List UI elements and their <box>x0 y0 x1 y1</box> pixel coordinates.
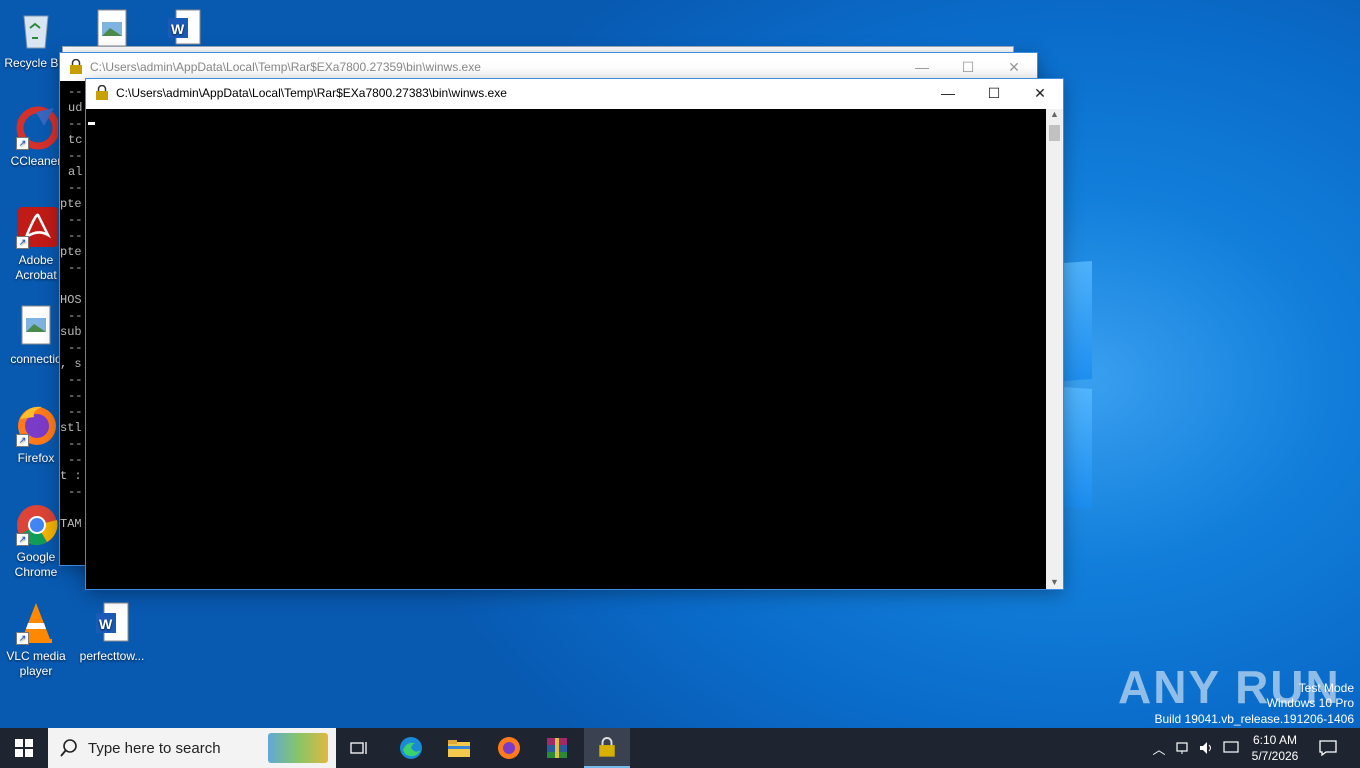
watermark-edition: Windows 10 Pro <box>1266 696 1354 710</box>
taskbar-firefox[interactable] <box>488 728 530 768</box>
chrome-icon: ↗ <box>14 502 58 546</box>
close-button[interactable]: ✕ <box>991 53 1037 81</box>
network-icon[interactable] <box>1172 728 1194 768</box>
edge-icon <box>400 737 422 759</box>
search-icon <box>60 739 77 757</box>
desktop-icon-label: Recycle Bin <box>4 56 68 70</box>
maximize-button[interactable]: ☐ <box>971 79 1017 107</box>
title-bar[interactable]: C:\Users\admin\AppData\Local\Temp\Rar$EX… <box>86 79 1063 107</box>
console-window-front[interactable]: C:\Users\admin\AppData\Local\Temp\Rar$EX… <box>86 79 1063 589</box>
puzzle-icon <box>268 733 328 763</box>
desktop-icon-label: Adobe Acrobat <box>15 253 57 282</box>
desktop-icon-label: Google Chrome <box>14 550 58 579</box>
desktop-icon-label: connectio <box>10 352 62 366</box>
desktop-icon-label: VLC media player <box>6 649 66 678</box>
desktop-icon-label: CCleaner <box>10 154 62 168</box>
clock-time: 6:10 AM <box>1252 733 1298 747</box>
close-button[interactable]: ✕ <box>1017 79 1063 107</box>
shortcut-arrow-icon: ↗ <box>16 434 29 447</box>
volume-icon[interactable] <box>1196 728 1218 768</box>
ccleaner-icon: ↗ <box>14 106 60 150</box>
taskbar-winrar[interactable] <box>536 728 578 768</box>
desktop-icon-perfecttow[interactable]: W perfecttow... <box>76 601 148 664</box>
vlc-icon: ↗ <box>14 601 58 645</box>
shortcut-arrow-icon: ↗ <box>16 533 29 546</box>
windows-logo-pane <box>1064 261 1092 381</box>
desktop-icon-label: Firefox <box>17 451 55 465</box>
firefox-icon <box>498 737 520 759</box>
svg-text:W: W <box>171 21 185 37</box>
vertical-scrollbar[interactable]: ▲ ▼ <box>1046 109 1063 589</box>
notification-center-icon[interactable] <box>1312 728 1344 768</box>
recycle-bin-icon <box>14 8 58 52</box>
scroll-down-arrow-icon[interactable]: ▼ <box>1046 577 1063 587</box>
shortcut-arrow-icon: ↗ <box>16 632 29 645</box>
windows-start-icon <box>15 739 33 757</box>
lock-icon <box>70 59 82 74</box>
window-title: C:\Users\admin\AppData\Local\Temp\Rar$EX… <box>116 86 507 100</box>
scrollbar-thumb[interactable] <box>1049 125 1060 141</box>
title-bar[interactable]: C:\Users\admin\AppData\Local\Temp\Rar$EX… <box>60 53 1037 81</box>
windows-logo-pane <box>1064 387 1092 509</box>
lock-icon <box>599 737 615 757</box>
lock-icon <box>96 85 108 100</box>
svg-text:W: W <box>99 616 113 632</box>
desktop: ANY RUN Recycle Bin W ↗ CCleaner ↗ Adobe… <box>0 0 1360 728</box>
shortcut-arrow-icon: ↗ <box>16 236 29 249</box>
clock[interactable]: 6:10 AM 5/7/2026 <box>1244 728 1306 768</box>
taskbar-winws-active[interactable] <box>584 728 630 768</box>
image-file-icon <box>14 304 58 348</box>
file-explorer-icon <box>448 740 470 757</box>
search-placeholder: Type here to search <box>88 740 221 757</box>
word-doc-icon: W <box>90 601 134 645</box>
minimize-button[interactable]: — <box>899 53 945 81</box>
adobe-acrobat-icon: ↗ <box>14 205 58 249</box>
search-box[interactable]: Type here to search <box>48 728 336 768</box>
console-output <box>86 109 1046 589</box>
task-view-button[interactable] <box>340 728 380 768</box>
winrar-icon <box>547 738 567 758</box>
start-button[interactable] <box>0 728 48 768</box>
clock-date: 5/7/2026 <box>1251 749 1299 763</box>
window-title: C:\Users\admin\AppData\Local\Temp\Rar$EX… <box>90 60 481 74</box>
desktop-icon-label: perfecttow... <box>79 649 145 663</box>
text-cursor <box>88 122 95 125</box>
watermark-mode: Test Mode <box>1298 680 1354 695</box>
taskbar-file-explorer[interactable] <box>438 728 480 768</box>
taskbar-edge[interactable] <box>390 728 432 768</box>
tray-overflow-chevron-icon[interactable]: ︿ <box>1148 728 1170 768</box>
task-view-icon <box>350 742 367 754</box>
ime-icon[interactable] <box>1220 728 1242 768</box>
firefox-icon: ↗ <box>14 403 58 447</box>
shortcut-arrow-icon: ↗ <box>16 137 29 150</box>
windows-watermark: Test Mode Windows 10 Pro Build 19041.vb_… <box>1155 681 1355 728</box>
taskbar: Type here to search ︿ 6:10 AM 5/7/2026 <box>0 728 1360 768</box>
watermark-build: Build 19041.vb_release.191206-1406 <box>1154 711 1355 726</box>
desktop-icon-vlc[interactable]: ↗ VLC media player <box>0 601 72 679</box>
maximize-button[interactable]: ☐ <box>945 53 991 81</box>
minimize-button[interactable]: — <box>925 79 971 107</box>
scroll-up-arrow-icon[interactable]: ▲ <box>1046 109 1063 123</box>
